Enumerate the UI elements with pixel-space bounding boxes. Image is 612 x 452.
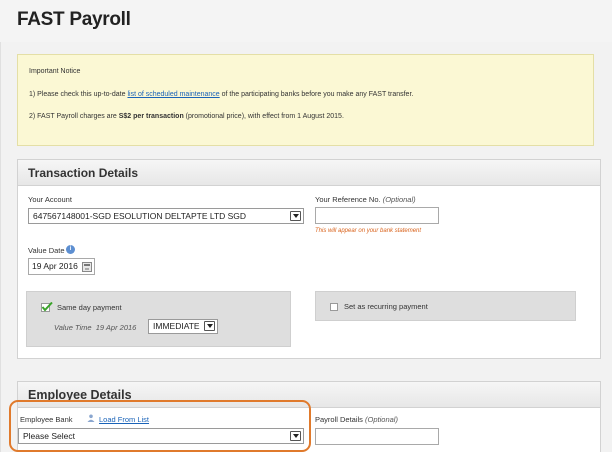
recurring-label: Set as recurring payment [344,302,428,311]
employee-bank-highlight [9,400,311,452]
notice-line-2: 2) FAST Payroll charges are S$2 per tran… [29,113,344,120]
your-account-value: 647567148001-SGD ESOLUTION DELTAPTE LTD … [33,211,247,221]
notice-title: Important Notice [29,68,81,75]
notice-line-1: 1) Please check this up-to-date list of … [29,91,413,98]
maintenance-list-link[interactable]: list of scheduled maintenance [127,91,219,98]
value-time-row: Value Time 19 Apr 2016 [54,323,136,332]
transaction-details-panel: Transaction Details Your Account 6475671… [17,159,601,359]
payroll-details-label: Payroll Details (Optional) [315,415,398,424]
reference-label: Your Reference No. (Optional) [315,195,416,204]
reference-label-text: Your Reference No. [315,195,381,204]
notice-line-2-price: S$2 per transaction [118,113,184,120]
info-icon[interactable]: i [66,245,75,254]
notice-line-1-prefix: 1) Please check this up-to-date [29,91,128,98]
value-time-select[interactable]: IMMEDIATE [148,319,218,334]
payroll-optional: (Optional) [365,415,398,424]
recurring-checkbox[interactable] [330,303,338,311]
chevron-down-icon [290,211,301,221]
notice-line-1-suffix: of the participating banks before you ma… [219,91,414,98]
payroll-details-input[interactable] [315,428,439,445]
value-date-label: Value Date [28,246,65,255]
important-notice: Important Notice 1) Please check this up… [17,54,594,146]
page-title: FAST Payroll [17,9,131,30]
your-account-label: Your Account [28,195,72,204]
calendar-icon[interactable] [82,262,92,272]
reference-hint: This will appear on your bank statement [315,228,422,234]
recurring-box: Set as recurring payment [315,291,576,321]
notice-line-2-prefix: 2) FAST Payroll charges are [29,113,119,120]
value-time-select-value: IMMEDIATE [153,321,200,331]
notice-line-2-suffix: (promotional price), with effect from 1 … [183,113,344,120]
same-day-label: Same day payment [57,303,122,312]
reference-input[interactable] [315,207,439,224]
reference-optional: (Optional) [382,195,416,204]
same-day-box: Same day payment Value Time 19 Apr 2016 … [26,291,291,347]
payroll-label-text: Payroll Details [315,415,363,424]
value-time-date: 19 Apr 2016 [95,323,137,332]
chevron-down-icon [204,321,215,331]
your-account-select[interactable]: 647567148001-SGD ESOLUTION DELTAPTE LTD … [28,208,304,224]
checkmark-icon[interactable] [41,302,53,312]
title-bar: FAST Payroll [0,0,612,42]
value-date-value: 19 Apr 2016 [32,261,78,271]
value-time-label: Value Time [54,323,92,332]
transaction-details-header: Transaction Details [18,160,600,186]
